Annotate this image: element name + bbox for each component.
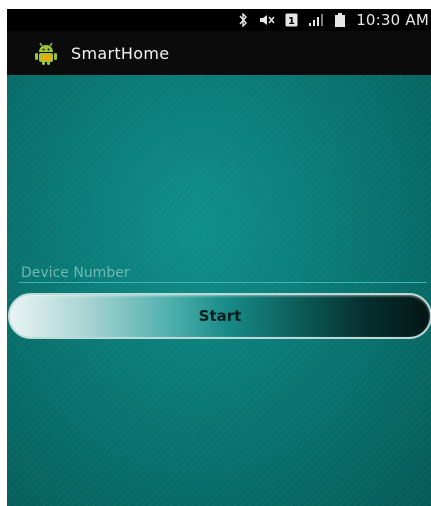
start-button[interactable]: Start (8, 293, 431, 339)
mute-icon (259, 13, 275, 27)
phone-screen: 1 10:30 AM SmartHome Device Number Start (7, 9, 431, 506)
sim-label: 1 (288, 16, 295, 27)
main-content: Start (7, 75, 431, 506)
status-bar: 1 10:30 AM (7, 9, 431, 31)
status-time: 10:30 AM (356, 11, 429, 29)
action-bar: SmartHome (7, 31, 431, 75)
bluetooth-icon (237, 13, 249, 27)
sim-icon: 1 (285, 13, 298, 27)
android-robot-icon[interactable] (33, 40, 59, 66)
battery-icon (334, 13, 346, 27)
signal-icon (308, 13, 324, 27)
device-number-input[interactable] (19, 263, 427, 283)
app-title: SmartHome (71, 43, 170, 63)
